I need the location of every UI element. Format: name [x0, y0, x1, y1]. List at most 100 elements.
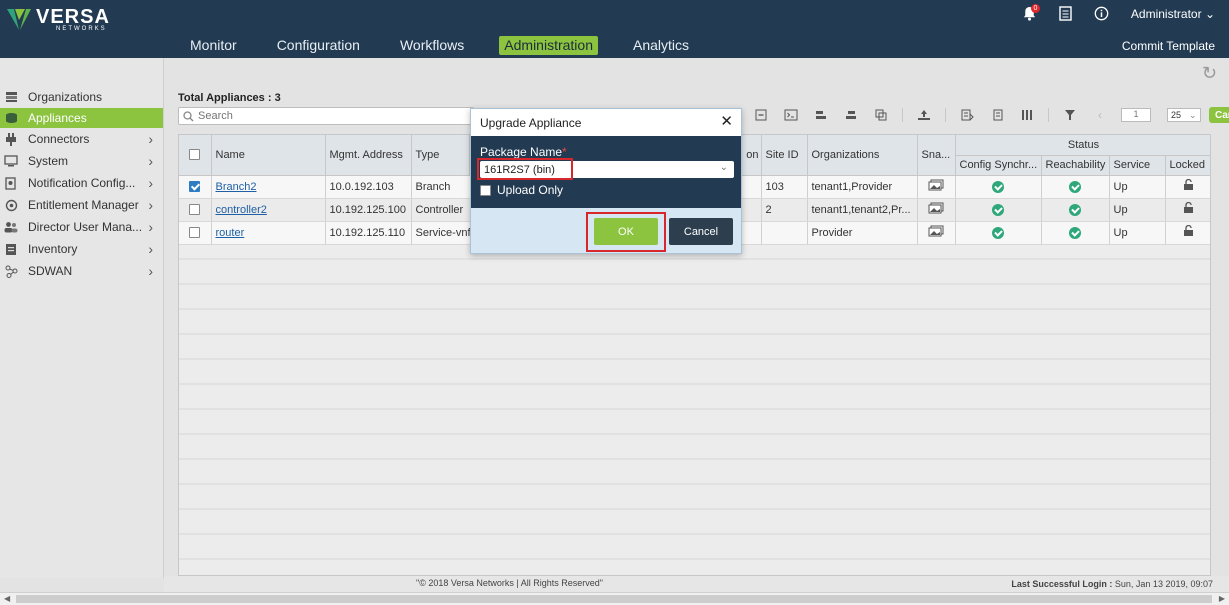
- sidebar-item-system[interactable]: System ›: [0, 150, 163, 172]
- ok-button[interactable]: OK: [594, 218, 658, 245]
- sidebar-item-label: System: [28, 154, 69, 168]
- sidebar-item-inventory[interactable]: Inventory ›: [0, 238, 163, 260]
- nav-monitor[interactable]: Monitor: [185, 36, 242, 55]
- sidebar-item-label: Notification Config...: [28, 176, 136, 190]
- appliance-name-link[interactable]: controller2: [216, 204, 267, 216]
- collapse-icon[interactable]: [752, 107, 770, 123]
- search-box[interactable]: [178, 107, 474, 125]
- appliance-name-link[interactable]: router: [216, 227, 245, 239]
- reachability-cell: [1041, 198, 1110, 222]
- col-mgmt-address[interactable]: Mgmt. Address: [325, 135, 412, 176]
- row-checkbox[interactable]: [189, 181, 201, 193]
- sidebar-item-sdwan[interactable]: SDWAN ›: [0, 260, 163, 282]
- col-organizations[interactable]: Organizations: [807, 135, 918, 176]
- site-id-cell: 2: [761, 198, 808, 222]
- unlock-icon[interactable]: [1183, 224, 1194, 237]
- entitlement-icon: [4, 198, 18, 212]
- user-menu[interactable]: Administrator ⌄: [1131, 7, 1215, 21]
- card-view-button[interactable]: Card: [1209, 107, 1229, 123]
- last-login-value: Sun, Jan 13 2019, 09:07: [1112, 579, 1213, 589]
- copy-icon[interactable]: [872, 107, 890, 123]
- page-number-input[interactable]: 1: [1121, 108, 1151, 122]
- check-circle-icon: [992, 203, 1004, 216]
- cancel-button[interactable]: Cancel: [669, 218, 733, 245]
- snapshot-icon[interactable]: [928, 179, 944, 191]
- sidebar-item-connectors[interactable]: Connectors ›: [0, 128, 163, 150]
- row-select-cell: [179, 198, 212, 222]
- scrollbar-thumb[interactable]: [16, 595, 1212, 603]
- sync-icon[interactable]: [842, 107, 860, 123]
- sidebar-item-label: SDWAN: [28, 264, 73, 278]
- scroll-right-icon[interactable]: ▶: [1219, 594, 1225, 603]
- versa-logo[interactable]: VERSA NETWORKS: [6, 6, 110, 32]
- col-reachability[interactable]: Reachability: [1041, 155, 1110, 176]
- snapshot-icon[interactable]: [928, 202, 944, 214]
- chevron-right-icon: ›: [148, 131, 153, 147]
- col-type[interactable]: Type: [411, 135, 470, 176]
- notifications-button[interactable]: 0: [1022, 4, 1040, 21]
- package-name-label: Package Name*: [480, 145, 732, 159]
- sidebar-item-organizations[interactable]: Organizations: [0, 86, 163, 108]
- filter-icon[interactable]: [1061, 107, 1079, 123]
- locked-cell: [1165, 221, 1210, 245]
- reachability-cell: [1041, 175, 1110, 199]
- close-icon[interactable]: ✕: [720, 114, 733, 129]
- import-icon[interactable]: [988, 107, 1006, 123]
- refresh-icon[interactable]: ↻: [1202, 63, 1217, 84]
- reachability-cell: [1041, 221, 1110, 245]
- nav-administration[interactable]: Administration: [499, 36, 598, 55]
- scroll-left-icon[interactable]: ◀: [4, 594, 10, 603]
- sidebar-item-notification-config[interactable]: Notification Config... ›: [0, 172, 163, 194]
- organizations-icon: [4, 90, 18, 104]
- search-input[interactable]: [198, 110, 458, 122]
- sidebar-item-label: Director User Mana...: [28, 220, 143, 234]
- nav-configuration[interactable]: Configuration: [272, 36, 365, 55]
- appliance-name-link[interactable]: Branch2: [216, 181, 257, 193]
- upgrade-icon[interactable]: [915, 107, 933, 123]
- upload-only-option[interactable]: Upload Only: [480, 183, 732, 197]
- row-checkbox[interactable]: [189, 227, 201, 239]
- total-appliances-label: Total Appliances : 3: [178, 92, 281, 104]
- tasks-button[interactable]: [1059, 6, 1072, 21]
- terminal-icon[interactable]: [782, 107, 800, 123]
- prev-page-icon[interactable]: ‹: [1091, 107, 1109, 123]
- page-size-select[interactable]: 25 ⌄: [1167, 108, 1201, 122]
- config-sync-cell: [955, 175, 1042, 199]
- info-button[interactable]: [1094, 6, 1109, 21]
- unlock-icon[interactable]: [1183, 201, 1194, 214]
- user-name: Administrator: [1130, 6, 1202, 21]
- appliance-name-cell: controller2: [211, 198, 326, 222]
- appliance-name-cell: Branch2: [211, 175, 326, 199]
- row-checkbox[interactable]: [189, 204, 201, 216]
- nav-workflows[interactable]: Workflows: [395, 36, 469, 55]
- last-login-label: Last Successful Login :: [1011, 579, 1113, 589]
- service-cell: Up: [1109, 175, 1166, 199]
- col-config-sync[interactable]: Config Synchr...: [955, 155, 1042, 176]
- sidebar-item-director-user-management[interactable]: Director User Mana... ›: [0, 216, 163, 238]
- col-snapshot[interactable]: Sna...: [917, 135, 956, 176]
- col-name[interactable]: Name: [211, 135, 326, 176]
- chevron-down-icon: ⌄: [719, 162, 728, 173]
- sidebar-item-entitlement-manager[interactable]: Entitlement Manager ›: [0, 194, 163, 216]
- select-all-checkbox[interactable]: [189, 149, 201, 161]
- package-name-select[interactable]: 161R2S7 (bin) ⌄: [477, 158, 734, 180]
- snapshot-icon[interactable]: [928, 225, 944, 237]
- chevron-down-icon: ⌄: [1189, 109, 1197, 120]
- col-locked[interactable]: Locked: [1165, 155, 1210, 176]
- col-service[interactable]: Service: [1109, 155, 1166, 176]
- toolbar-divider: [945, 108, 946, 122]
- config-sync-cell: [955, 198, 1042, 222]
- upload-only-checkbox[interactable]: [480, 184, 491, 196]
- horizontal-scrollbar[interactable]: ◀ ▶: [0, 592, 1229, 605]
- export-icon[interactable]: [958, 107, 976, 123]
- columns-icon[interactable]: [1018, 107, 1036, 123]
- col-site-id[interactable]: Site ID: [761, 135, 808, 176]
- deploy-icon[interactable]: [812, 107, 830, 123]
- commit-template-button[interactable]: Commit Template: [1122, 39, 1215, 53]
- dialog-body: Package Name* 161R2S7 (bin) ⌄ Upload Onl…: [471, 136, 741, 208]
- snapshot-cell: [917, 175, 956, 199]
- notification-badge: 0: [1030, 4, 1040, 13]
- nav-analytics[interactable]: Analytics: [628, 36, 694, 55]
- sidebar-item-appliances[interactable]: Appliances: [0, 108, 163, 128]
- unlock-icon[interactable]: [1183, 178, 1194, 191]
